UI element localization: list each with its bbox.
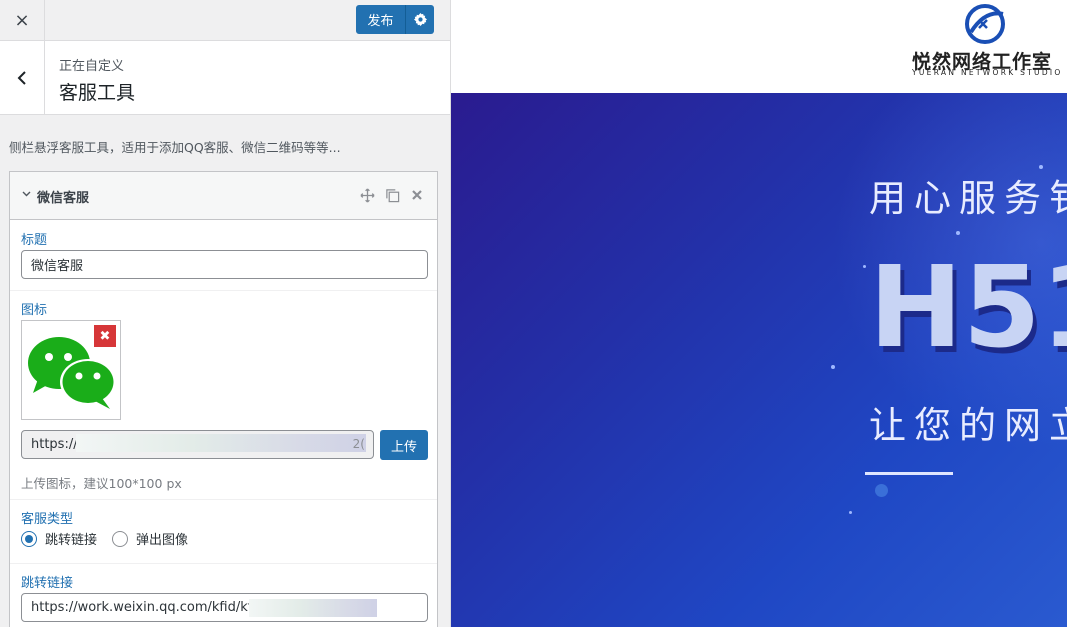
chevron-left-icon	[17, 70, 26, 85]
redacted-region	[249, 599, 377, 617]
jump-link-input[interactable]: https://work.weixin.qq.com/kfid/kfc0	[21, 593, 428, 622]
delete-icon[interactable]	[409, 186, 425, 204]
icon-url-value: https://	[31, 437, 78, 452]
publish-button[interactable]: 发布	[356, 5, 405, 34]
remove-icon-button[interactable]: ✖	[94, 325, 116, 347]
site-header: 悦然网络工作室 YUERAN NETWORK STUDIO	[451, 0, 1067, 93]
upload-button[interactable]: 上传	[380, 430, 428, 460]
radio-label: 跳转链接	[45, 533, 98, 548]
decor-dot	[849, 511, 852, 514]
move-icon[interactable]	[359, 186, 375, 204]
decor-dot	[863, 265, 866, 268]
logo-subtitle: YUERAN NETWORK STUDIO	[912, 68, 1063, 77]
jump-link-label: 跳转链接	[21, 576, 74, 591]
icon-hint: 上传图标，建议100*100 px	[21, 476, 182, 491]
divider	[10, 290, 437, 291]
radio-label: 弹出图像	[136, 533, 189, 548]
wechat-service-widget: 微信客服 标题 微信客服 图标 ✖ https:// 2(上传 上传图标，建议…	[9, 171, 438, 627]
banner-slogan-1: 用心服务钅	[869, 177, 1067, 220]
divider	[10, 563, 437, 564]
title-input[interactable]: 微信客服	[21, 250, 428, 279]
duplicate-icon[interactable]	[384, 186, 400, 204]
icon-preview: ✖	[21, 320, 121, 420]
customizer-topbar: × 发布	[0, 0, 450, 41]
customizing-label: 正在自定义	[59, 59, 125, 74]
title-field-label: 标题	[21, 233, 48, 248]
widget-header[interactable]: 微信客服	[10, 172, 437, 220]
decor-dot	[956, 231, 960, 235]
close-customizer-button[interactable]: ×	[0, 0, 45, 40]
hero-banner: 用心服务钅 H51 让您的网立	[451, 93, 1067, 627]
publish-control: 发布	[356, 5, 434, 34]
back-button[interactable]	[0, 41, 45, 114]
close-icon: ✖	[99, 328, 111, 344]
chevron-down-icon	[22, 187, 31, 200]
redacted-region	[76, 434, 366, 452]
icon-field-label: 图标	[21, 303, 48, 318]
radio-button-checked[interactable]	[21, 530, 37, 547]
section-title: 客服工具	[59, 82, 136, 104]
banner-slogan-2: 让您的网立	[869, 404, 1067, 447]
icon-url-input[interactable]: https:// 2(	[21, 430, 374, 459]
widget-actions	[359, 186, 425, 204]
customizer-sidebar: × 发布 正在自定义 客服工具 侧栏悬浮客服工具，适用于添加QQ客服、微信二维码…	[0, 0, 451, 627]
decor-dot	[831, 365, 835, 369]
section-header: 正在自定义 客服工具	[0, 41, 450, 115]
banner-headline: H51	[869, 243, 1067, 373]
close-icon: ×	[14, 9, 30, 31]
jump-link-value: https://work.weixin.qq.com/kfid/kfc0	[31, 600, 268, 615]
icon-url-tail: 2(	[352, 437, 365, 451]
service-type-label: 客服类型	[21, 512, 74, 527]
banner-rule	[865, 472, 953, 475]
logo-icon[interactable]	[963, 2, 1007, 46]
gear-icon	[413, 13, 427, 26]
radio-jump-link[interactable]: 跳转链接	[21, 529, 97, 548]
radio-popup-image[interactable]: 弹出图像	[112, 529, 188, 548]
radio-button[interactable]	[112, 530, 128, 547]
publish-settings-button[interactable]	[405, 5, 434, 34]
site-preview[interactable]: 悦然网络工作室 YUERAN NETWORK STUDIO 用心服务钅 H51 …	[451, 0, 1067, 627]
divider	[10, 499, 437, 500]
decor-dot	[875, 484, 888, 497]
widget-title: 微信客服	[37, 191, 90, 206]
section-description: 侧栏悬浮客服工具，适用于添加QQ客服、微信二维码等等...	[9, 140, 341, 155]
